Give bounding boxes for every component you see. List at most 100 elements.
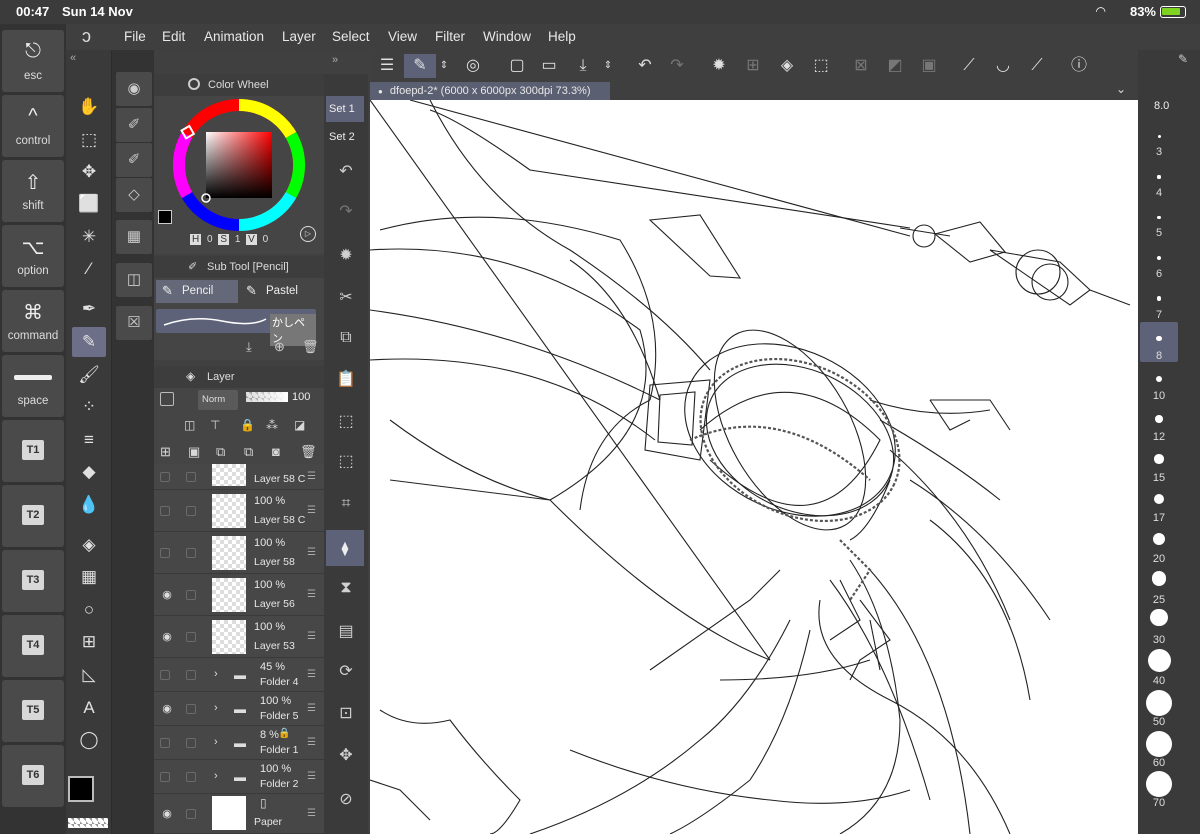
- reset-view-icon[interactable]: ⊘: [328, 784, 364, 816]
- brush-size-option[interactable]: 25: [1140, 566, 1178, 606]
- collapse-arrows-icon[interactable]: «: [70, 52, 76, 64]
- set-1-tab[interactable]: Set 1: [326, 96, 364, 122]
- blend-mode-select[interactable]: Norm: [198, 390, 238, 410]
- new-raster-layer-icon[interactable]: ⊞: [160, 444, 171, 460]
- t1-key[interactable]: T1: [2, 420, 64, 482]
- selection-tool-icon[interactable]: ⬜: [72, 189, 106, 219]
- flip-vertical-icon[interactable]: ⧗: [328, 572, 364, 604]
- app-logo-icon[interactable]: ↄ: [82, 26, 91, 47]
- control-key[interactable]: ^ control: [2, 95, 64, 157]
- rotate-icon[interactable]: ⟳: [328, 656, 364, 688]
- brush-size-option[interactable]: 70: [1140, 769, 1178, 809]
- undo-top-icon[interactable]: ↶: [632, 54, 658, 78]
- opacity-value[interactable]: 100: [292, 391, 310, 403]
- eye-icon[interactable]: ◉: [160, 807, 174, 821]
- layer-row[interactable]: 100 % Layer 58 C ☰: [154, 490, 324, 532]
- move-view-icon[interactable]: ✥: [328, 740, 364, 772]
- drag-handle-icon[interactable]: ☰: [307, 737, 316, 748]
- brush-size-option[interactable]: 7: [1140, 281, 1178, 321]
- layer-row[interactable]: ◉ 100 % Layer 53 ☰: [154, 616, 324, 658]
- brush-size-option[interactable]: 30: [1140, 606, 1178, 646]
- ruler-tool-icon[interactable]: ◺: [72, 660, 106, 690]
- drag-handle-icon[interactable]: ☰: [307, 808, 316, 819]
- hue-ring[interactable]: [172, 98, 306, 232]
- brush-size-option[interactable]: 60: [1140, 729, 1178, 769]
- layer-checkbox[interactable]: [186, 737, 196, 748]
- move-tool-icon[interactable]: ✥: [72, 157, 106, 187]
- opacity-slider[interactable]: [246, 392, 288, 402]
- layer-checkbox[interactable]: [186, 631, 196, 642]
- drawing-canvas[interactable]: [370, 100, 1138, 834]
- ruler-snap-icon[interactable]: ⟋: [956, 54, 982, 78]
- document-tab[interactable]: ● dfoepd-2* (6000 x 6000px 300dpi 73.3%): [370, 82, 610, 100]
- layer-checkbox[interactable]: [186, 547, 196, 558]
- subtool-palette-icon[interactable]: ✐: [116, 108, 152, 142]
- layer-checkbox[interactable]: [186, 589, 196, 600]
- undo-icon[interactable]: ↶: [328, 156, 364, 188]
- drag-handle-icon[interactable]: ☰: [307, 505, 316, 516]
- object-select-icon[interactable]: ⬚: [72, 125, 106, 155]
- copy-icon[interactable]: ⧉: [328, 322, 364, 354]
- set-2-tab[interactable]: Set 2: [326, 124, 364, 150]
- drag-handle-icon[interactable]: ☰: [307, 547, 316, 558]
- eye-icon[interactable]: ◉: [160, 702, 174, 716]
- expand-arrow-icon[interactable]: ›: [214, 736, 218, 748]
- duplicate-subtool-icon[interactable]: ⊕: [274, 339, 285, 355]
- cut-icon[interactable]: ✂: [328, 282, 364, 314]
- drag-handle-icon[interactable]: ☰: [307, 631, 316, 642]
- loading-icon[interactable]: ✹: [328, 240, 364, 272]
- t4-key[interactable]: T4: [2, 615, 64, 677]
- menu-window[interactable]: Window: [483, 29, 531, 44]
- visibility-checkbox[interactable]: [160, 771, 170, 782]
- main-color-swatch[interactable]: [68, 776, 94, 802]
- timeline-icon[interactable]: ▤: [328, 616, 364, 648]
- merge-layer-icon[interactable]: ⧉: [244, 444, 253, 460]
- paste-icon[interactable]: 📋: [328, 364, 364, 396]
- brush-size-option[interactable]: 40: [1140, 647, 1178, 687]
- drag-handle-icon[interactable]: ☰: [307, 669, 316, 680]
- brush-size-option[interactable]: 12: [1140, 403, 1178, 443]
- folder-row[interactable]: ◉ › ▬ 100 % Folder 5 ☰: [154, 692, 324, 726]
- brush-size-option[interactable]: 3: [1140, 118, 1178, 158]
- shift-key[interactable]: ⇧ shift: [2, 160, 64, 222]
- new-file-icon[interactable]: ▢: [504, 54, 530, 78]
- figure-tool-icon[interactable]: ○: [72, 595, 106, 625]
- companion-icon[interactable]: ◎: [460, 54, 486, 78]
- clip-layer-icon[interactable]: ◫: [184, 418, 195, 432]
- menu-filter[interactable]: Filter: [435, 29, 465, 44]
- material-palette-icon[interactable]: ◫: [116, 263, 152, 297]
- menu-file[interactable]: File: [124, 29, 146, 44]
- layer-checkbox[interactable]: [186, 703, 196, 714]
- main-color-chip[interactable]: [158, 210, 172, 224]
- brush-size-option[interactable]: 10: [1140, 362, 1178, 402]
- fill-top-icon[interactable]: ◈: [774, 54, 800, 78]
- mask-enable-icon[interactable]: ◪: [294, 418, 305, 432]
- drag-handle-icon[interactable]: ☰: [307, 589, 316, 600]
- balloon-tool-icon[interactable]: ◯: [72, 725, 106, 755]
- invert-selection-icon[interactable]: ◩: [882, 54, 908, 78]
- expand-arrow-icon[interactable]: ›: [214, 668, 218, 680]
- free-transform-icon[interactable]: ⬚: [328, 446, 364, 478]
- text-tool-icon[interactable]: A: [72, 693, 106, 723]
- t5-key[interactable]: T5: [2, 680, 64, 742]
- visibility-checkbox[interactable]: [160, 547, 170, 558]
- color-mode-toggle-icon[interactable]: ▷: [300, 226, 316, 242]
- color-wheel-collapse[interactable]: »: [332, 54, 338, 66]
- menu-help[interactable]: Help: [548, 29, 576, 44]
- drag-handle-icon[interactable]: ☰: [307, 703, 316, 714]
- transparent-color-swatch[interactable]: [68, 818, 108, 828]
- grid-snap-icon[interactable]: ⟋: [1024, 54, 1050, 78]
- frame-tool-icon[interactable]: ⊞: [72, 627, 106, 657]
- eyedropper-icon[interactable]: ⁄: [72, 254, 106, 284]
- blend-tool-icon[interactable]: 💧: [72, 490, 106, 520]
- menu-select[interactable]: Select: [332, 29, 370, 44]
- lock-layer-icon[interactable]: 🔒: [240, 418, 255, 432]
- mesh-transform-icon[interactable]: ⌗: [328, 488, 364, 520]
- open-file-icon[interactable]: ▭: [536, 54, 562, 78]
- visibility-checkbox[interactable]: [160, 737, 170, 748]
- transfer-down-icon[interactable]: ⧉: [216, 444, 225, 460]
- layer-row[interactable]: 100 % Layer 58 ☰: [154, 532, 324, 574]
- chevron-down-icon[interactable]: ⌄: [1116, 82, 1126, 96]
- eye-icon[interactable]: ◉: [160, 588, 174, 602]
- folder-row[interactable]: › ▬ 8 % 🔒 Folder 1 ☰: [154, 726, 324, 760]
